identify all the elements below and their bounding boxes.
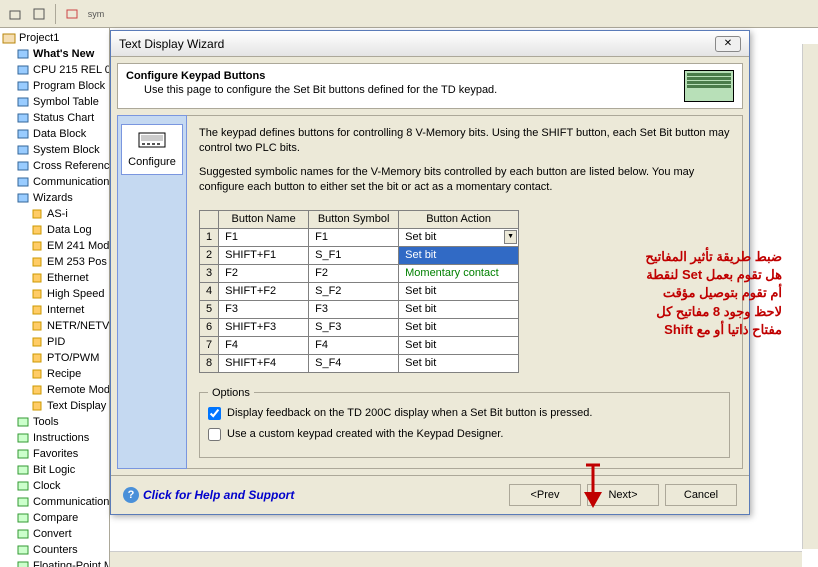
tree-wizard-item[interactable]: AS-i xyxy=(2,206,107,222)
table-row[interactable]: 5F3F3Set bit xyxy=(200,300,519,318)
tree-item[interactable]: Favorites xyxy=(2,446,107,462)
tree-root[interactable]: Project1 xyxy=(2,30,107,46)
tree-item[interactable]: System Block xyxy=(2,142,107,158)
tree-item[interactable]: What's New xyxy=(2,46,107,62)
header-subtitle: Use this page to configure the Set Bit b… xyxy=(144,84,497,96)
dialog-header: Configure Keypad Buttons Use this page t… xyxy=(117,63,743,109)
table-row[interactable]: 8SHIFT+F4S_F4Set bit xyxy=(200,354,519,372)
table-row[interactable]: 3F2F2Momentary contact xyxy=(200,264,519,282)
tool-3[interactable] xyxy=(61,3,83,25)
cancel-button[interactable]: Cancel xyxy=(665,484,737,506)
para-1: The keypad defines buttons for controlli… xyxy=(199,126,730,157)
dialog-titlebar: Text Display Wizard ✕ xyxy=(111,31,749,57)
header-title: Configure Keypad Buttons xyxy=(126,70,265,82)
dialog-footer: ?Click for Help and Support <Prev Next> … xyxy=(111,475,749,514)
table-row[interactable]: 6SHIFT+F3S_F3Set bit xyxy=(200,318,519,336)
tree-wizard-item[interactable]: Remote Mod xyxy=(2,382,107,398)
tree-item[interactable]: Communications xyxy=(2,494,107,510)
tree-item[interactable]: Convert xyxy=(2,526,107,542)
tree-wizard-item[interactable]: Recipe xyxy=(2,366,107,382)
table-row[interactable]: 2SHIFT+F1S_F1Set bit xyxy=(200,246,519,264)
tree-item[interactable]: Status Chart xyxy=(2,110,107,126)
opt-feedback[interactable]: Display feedback on the TD 200C display … xyxy=(208,407,721,420)
close-button[interactable]: ✕ xyxy=(715,36,741,52)
tree-item[interactable]: Wizards xyxy=(2,190,107,206)
tree-item[interactable]: Counters xyxy=(2,542,107,558)
tree-wizard-item[interactable]: Internet xyxy=(2,302,107,318)
tree-wizard-item[interactable]: PTO/PWM xyxy=(2,350,107,366)
tree-wizard-item[interactable]: Data Log xyxy=(2,222,107,238)
dialog-title: Text Display Wizard xyxy=(119,37,224,51)
tool-sym[interactable]: sym xyxy=(85,3,107,25)
tree-wizard-item[interactable]: EM 253 Pos xyxy=(2,254,107,270)
top-toolbar: sym xyxy=(0,0,818,28)
hscroll[interactable] xyxy=(110,551,802,567)
prev-button[interactable]: <Prev xyxy=(509,484,581,506)
dropdown-icon[interactable]: ▼ xyxy=(504,230,517,244)
help-link[interactable]: ?Click for Help and Support xyxy=(123,487,294,503)
tree-item[interactable]: CPU 215 REL 01 xyxy=(2,62,107,78)
options-group: Options Display feedback on the TD 200C … xyxy=(199,387,730,458)
tree-item[interactable]: Cross Reference xyxy=(2,158,107,174)
options-legend: Options xyxy=(208,387,254,399)
tree-item[interactable]: Clock xyxy=(2,478,107,494)
configure-icon xyxy=(137,131,167,153)
tree-item[interactable]: Floating-Point Math xyxy=(2,558,107,567)
wizard-sidebar: Configure xyxy=(117,115,187,469)
vscroll[interactable] xyxy=(802,44,818,549)
annotation-text: ضبط طريقة تأثير المفاتيح هل تقوم بعمل Se… xyxy=(632,248,782,339)
tree-item[interactable]: Symbol Table xyxy=(2,94,107,110)
opt-custom[interactable]: Use a custom keypad created with the Key… xyxy=(208,428,721,441)
tree-wizard-item[interactable]: High Speed xyxy=(2,286,107,302)
sidebar-label: Configure xyxy=(128,156,176,168)
help-icon: ? xyxy=(123,487,139,503)
tree-item[interactable]: Communications xyxy=(2,174,107,190)
tree-wizard-item[interactable]: NETR/NETV xyxy=(2,318,107,334)
tree-wizard-item[interactable]: Text Display xyxy=(2,398,107,414)
table-row[interactable]: 7F4F4Set bit xyxy=(200,336,519,354)
annotation-arrow xyxy=(578,460,608,510)
table-row[interactable]: 4SHIFT+F2S_F2Set bit xyxy=(200,282,519,300)
tree-item[interactable]: Program Block xyxy=(2,78,107,94)
tree-wizard-item[interactable]: EM 241 Mod xyxy=(2,238,107,254)
opt-feedback-checkbox[interactable] xyxy=(208,407,221,420)
tree-item[interactable]: Compare xyxy=(2,510,107,526)
tool-1[interactable] xyxy=(4,3,26,25)
sidebar-item-configure[interactable]: Configure xyxy=(121,124,183,175)
tree-wizard-item[interactable]: PID xyxy=(2,334,107,350)
tree-wizard-item[interactable]: Ethernet xyxy=(2,270,107,286)
tree-item[interactable]: Tools xyxy=(2,414,107,430)
para-2: Suggested symbolic names for the V-Memor… xyxy=(199,165,730,196)
table-row[interactable]: 1F1F1Set bit▼ xyxy=(200,228,519,246)
keypad-table[interactable]: Button NameButton SymbolButton Action 1F… xyxy=(199,210,519,373)
tree-item[interactable]: Bit Logic xyxy=(2,462,107,478)
td-device-icon xyxy=(684,70,734,102)
tree-item[interactable]: Data Block xyxy=(2,126,107,142)
project-tree[interactable]: Project1 What's NewCPU 215 REL 01Program… xyxy=(0,28,110,567)
tree-item[interactable]: Instructions xyxy=(2,430,107,446)
tool-2[interactable] xyxy=(28,3,50,25)
opt-custom-checkbox[interactable] xyxy=(208,428,221,441)
